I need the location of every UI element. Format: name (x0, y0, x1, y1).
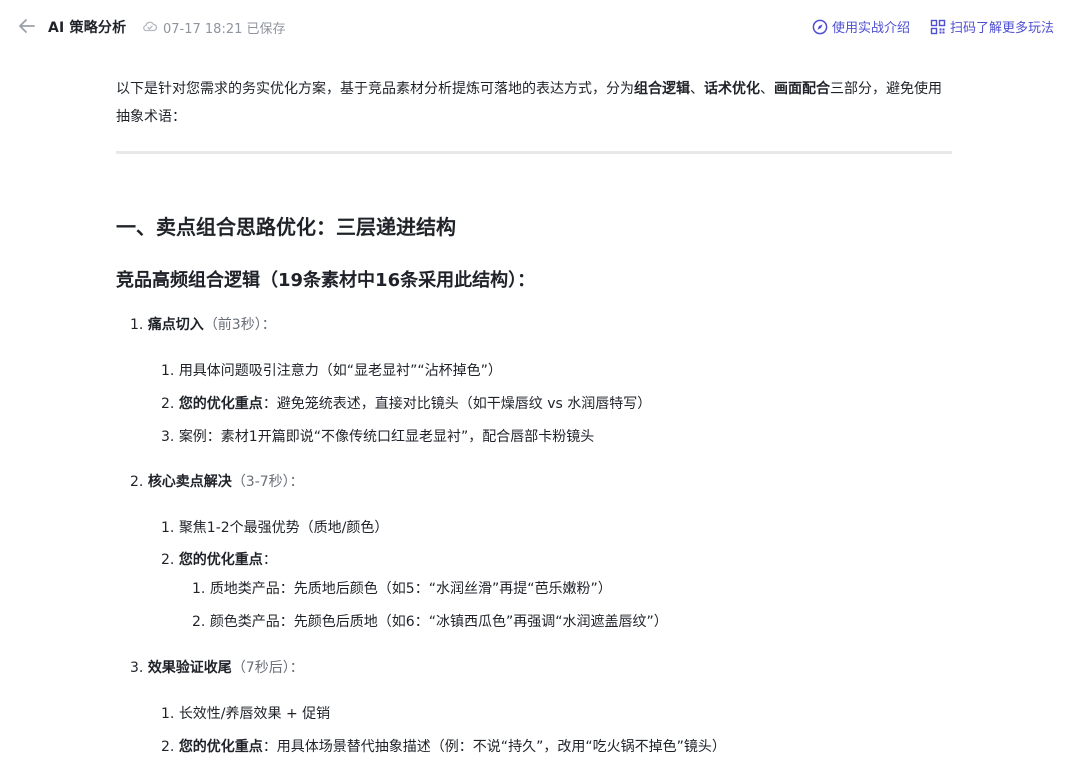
list-item-step-3: 3. 效果验证收尾（7秒后）： (130, 660, 304, 676)
list-item: 2. 您的优化重点：避免笼统表述，直接对比镜头（如干燥唇纹 vs 水润唇特写） (161, 396, 652, 412)
intro-block: 以下是针对您需求的务实优化方案，基于竞品素材分析提炼可落地的表达方式，分为组合逻… (116, 75, 952, 154)
list-item-step-1: 1. 痛点切入（前3秒）： (130, 317, 276, 333)
keyword-combo-logic: 组合逻辑 (634, 81, 690, 97)
page-title: AI 策略分析 (48, 20, 127, 36)
cloud-saved-icon (143, 21, 158, 32)
keyword-visual-match: 画面配合 (774, 81, 830, 97)
scan-more-link[interactable]: 扫码了解更多玩法 (930, 17, 1054, 36)
divider (116, 151, 952, 154)
keyword-script-optimization: 话术优化 (704, 81, 760, 97)
qr-code-icon (930, 19, 946, 34)
sub-list-item: 2. 颜色类产品：先颜色后质地（如6：“冰镇西瓜色”再强调“水润遮盖唇纹”） (192, 614, 668, 630)
section-heading: 一、卖点组合思路优化：三层递进结构 (116, 215, 456, 239)
usage-intro-label: 使用实战介绍 (832, 21, 911, 36)
subsection-heading: 竞品高频组合逻辑（19条素材中16条采用此结构）： (116, 270, 536, 291)
saved-status: 07-17 18:21 已保存 (163, 22, 286, 37)
list-item: 2. 您的优化重点： (161, 552, 277, 568)
usage-intro-link[interactable]: 使用实战介绍 (812, 17, 910, 36)
back-arrow-icon[interactable] (17, 16, 37, 36)
compass-icon (812, 19, 828, 34)
list-item: 3. 案例：素材1开篇即说“不像传统口红显老显衬”，配合唇部卡粉镜头 (161, 429, 595, 445)
list-item: 1. 聚焦1-2个最强优势（质地/颜色） (161, 520, 389, 536)
scan-more-label: 扫码了解更多玩法 (950, 21, 1055, 36)
list-item: 1. 用具体问题吸引注意力（如“显老显衬”“沾杯掉色”） (161, 363, 502, 379)
list-item: 1. 长效性/养唇效果 + 促销 (161, 706, 331, 722)
sub-list-item: 1. 质地类产品：先质地后颜色（如5：“水润丝滑”再提“芭乐嫩粉”） (192, 581, 612, 597)
list-item: 2. 您的优化重点：用具体场景替代抽象描述（例：不说“持久”，改用“吃火锅不掉色… (161, 739, 726, 755)
list-item-step-2: 2. 核心卖点解决（3-7秒）： (130, 474, 304, 490)
intro-paragraph: 以下是针对您需求的务实优化方案，基于竞品素材分析提炼可落地的表达方式，分为组合逻… (116, 81, 942, 125)
top-bar: AI 策略分析 07-17 18:21 已保存 使用实战介绍 扫码了解更多玩法 (0, 0, 1072, 52)
